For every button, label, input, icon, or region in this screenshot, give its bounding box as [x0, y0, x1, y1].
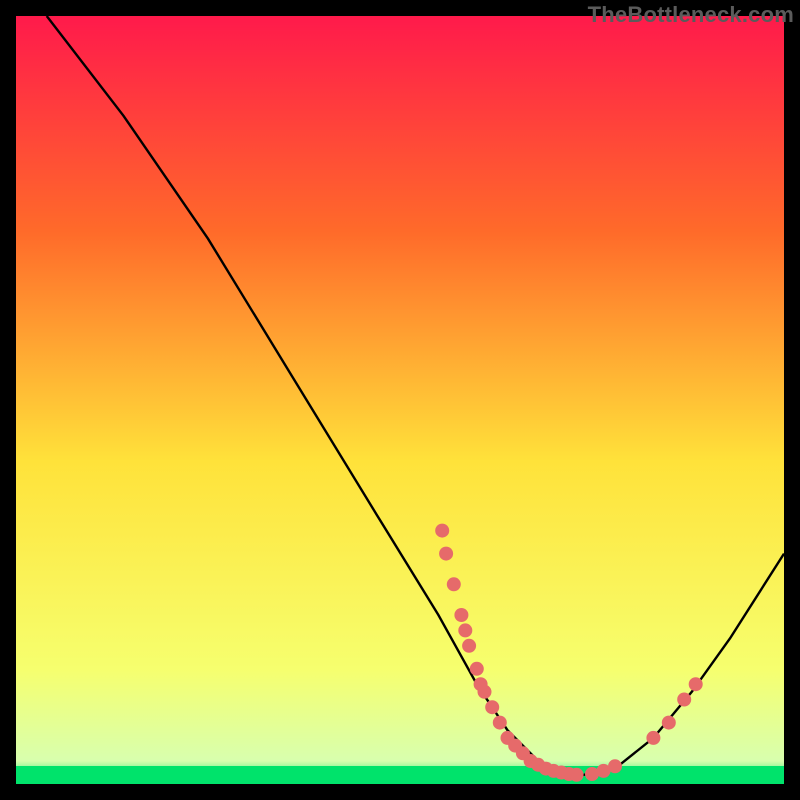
- data-point: [478, 685, 492, 699]
- data-point: [493, 716, 507, 730]
- data-point: [570, 768, 584, 782]
- green-band: [16, 766, 784, 784]
- data-point: [485, 700, 499, 714]
- data-point: [646, 731, 660, 745]
- data-point: [470, 662, 484, 676]
- data-point: [447, 577, 461, 591]
- data-point: [608, 759, 622, 773]
- chart-background: [16, 16, 784, 784]
- data-point: [689, 677, 703, 691]
- data-point: [435, 524, 449, 538]
- chart-svg: [16, 16, 784, 784]
- chart-frame: [16, 16, 784, 784]
- data-point: [462, 639, 476, 653]
- watermark-text: TheBottleneck.com: [588, 2, 794, 28]
- data-point: [677, 693, 691, 707]
- data-point: [458, 623, 472, 637]
- data-point: [439, 547, 453, 561]
- data-point: [454, 608, 468, 622]
- data-point: [662, 716, 676, 730]
